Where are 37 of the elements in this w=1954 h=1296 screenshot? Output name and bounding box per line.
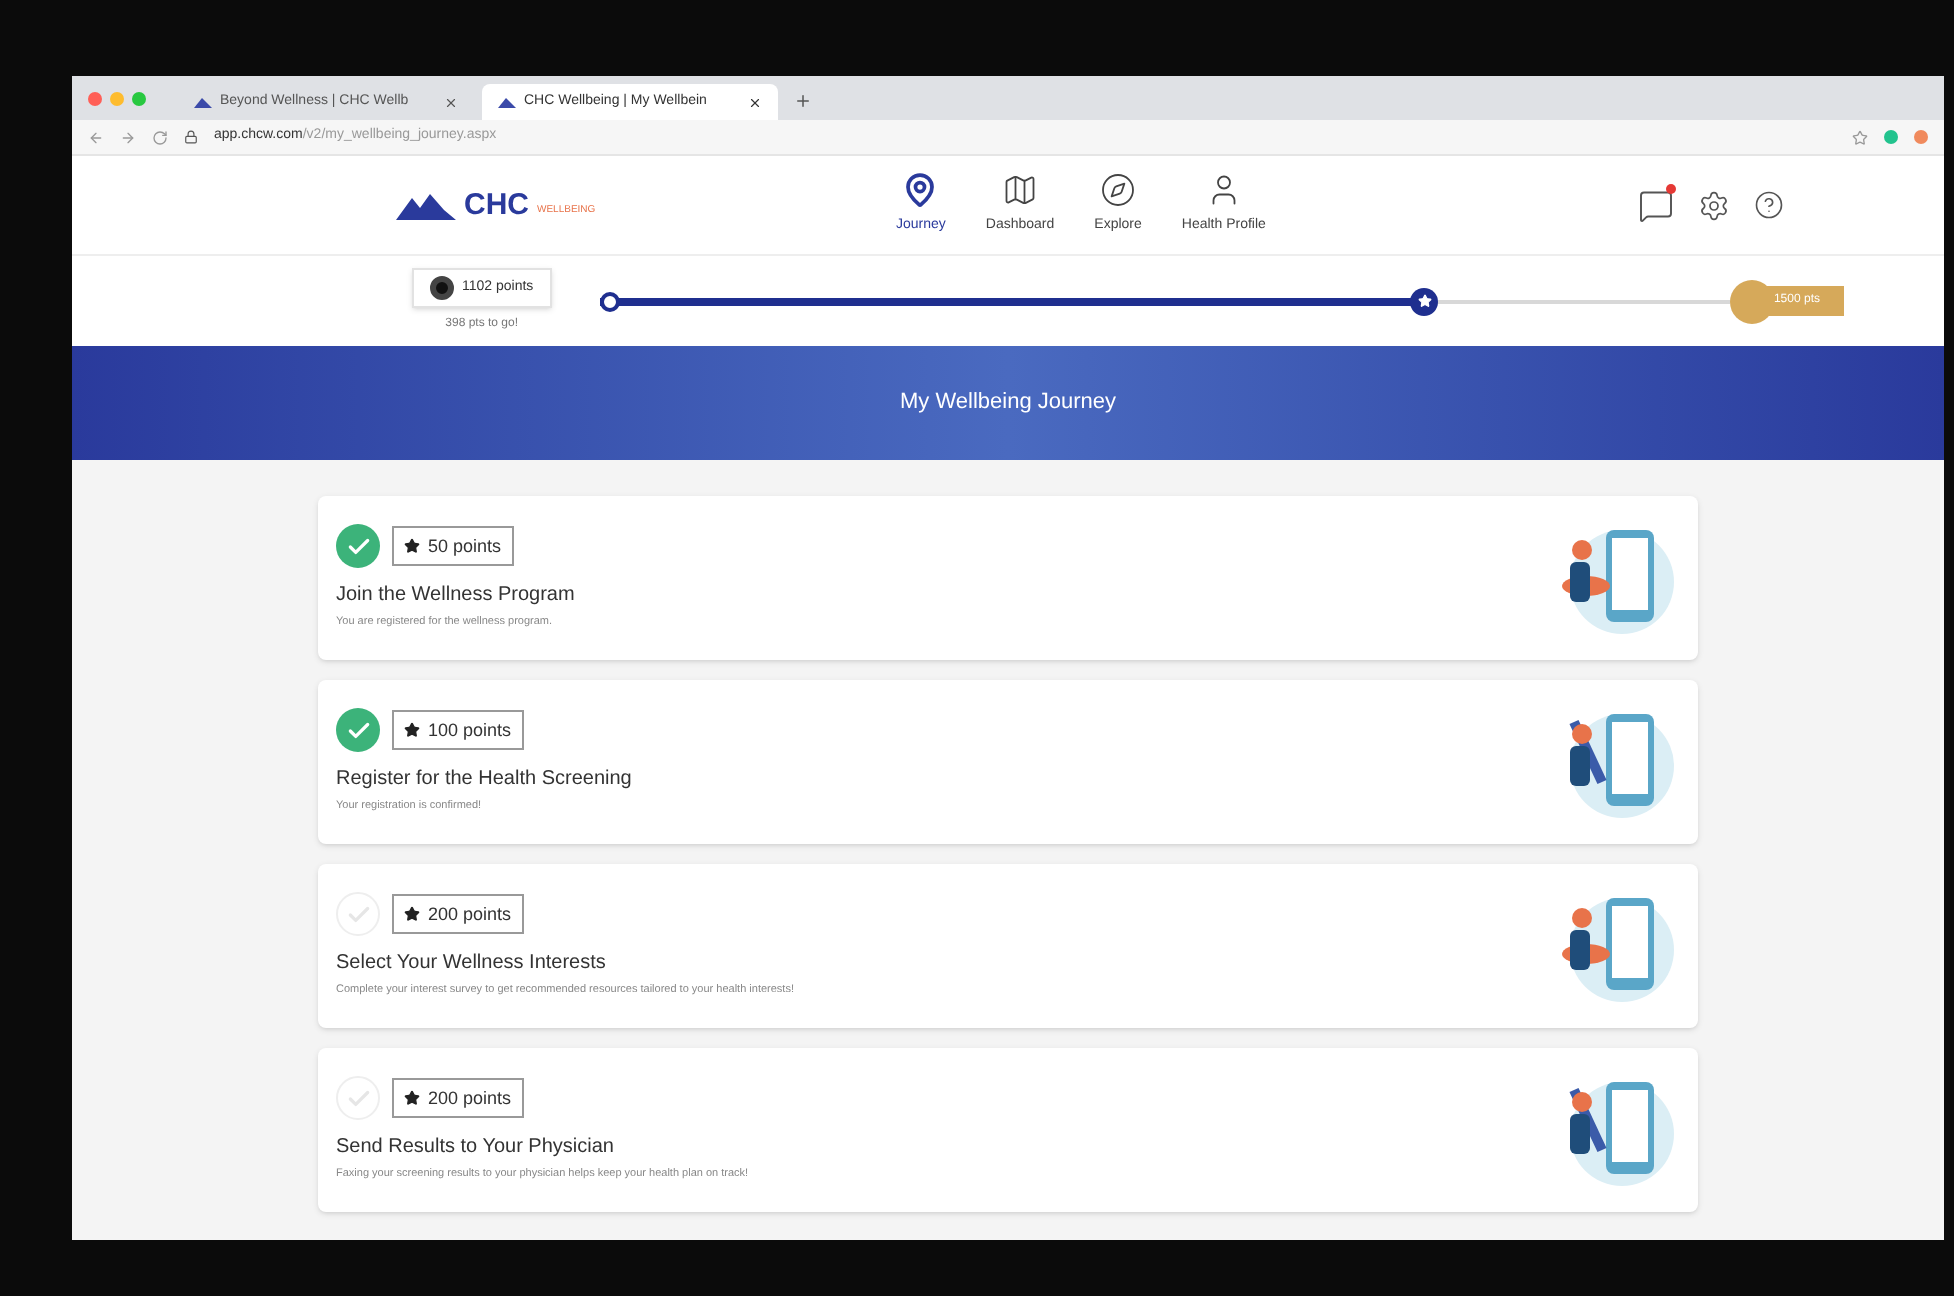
close-icon[interactable]: [444, 95, 458, 109]
reload-icon[interactable]: [152, 129, 168, 145]
points-value: 50 points: [428, 533, 502, 560]
new-tab-icon[interactable]: [794, 92, 812, 110]
points-value: 200 points: [428, 1085, 512, 1112]
mountain-logo-icon: [396, 192, 456, 220]
step-title: Send Results to Your Physician: [336, 1134, 616, 1163]
back-icon[interactable]: [88, 129, 104, 145]
star-icon: [404, 538, 420, 555]
help-icon[interactable]: [1754, 190, 1784, 220]
chat-icon[interactable]: [1638, 187, 1674, 223]
points-icon: [430, 276, 454, 300]
points-value: 100 points: [428, 717, 512, 744]
start-marker: [599, 291, 620, 311]
extension-icon[interactable]: [1914, 130, 1928, 144]
star-icon: [404, 722, 420, 739]
logo-text: CHC: [464, 190, 529, 220]
medal-icon: [1729, 279, 1774, 323]
compass-icon: [1100, 172, 1137, 209]
step-title: Select Your Wellness Interests: [336, 950, 608, 979]
points-value: 200 points: [428, 901, 512, 928]
bookmark-icon[interactable]: [1852, 129, 1868, 145]
map-pin-icon: [902, 172, 939, 209]
step-title: Register for the Health Screening: [336, 766, 634, 795]
settings-icon[interactable]: [1698, 189, 1730, 221]
banner-title: My Wellbeing Journey: [899, 388, 1116, 419]
mountain-icon: [498, 96, 516, 108]
map-icon: [1002, 172, 1039, 209]
star-icon: [404, 1090, 420, 1107]
star-icon: [1417, 294, 1432, 308]
extension-icon[interactable]: [1884, 130, 1898, 144]
lock-icon: [184, 130, 198, 144]
forward-icon[interactable]: [120, 129, 136, 145]
close-icon[interactable]: [748, 95, 762, 109]
star-icon: [404, 906, 420, 923]
mountain-icon: [194, 96, 212, 108]
step-title: Join the Wellness Program: [336, 582, 577, 611]
